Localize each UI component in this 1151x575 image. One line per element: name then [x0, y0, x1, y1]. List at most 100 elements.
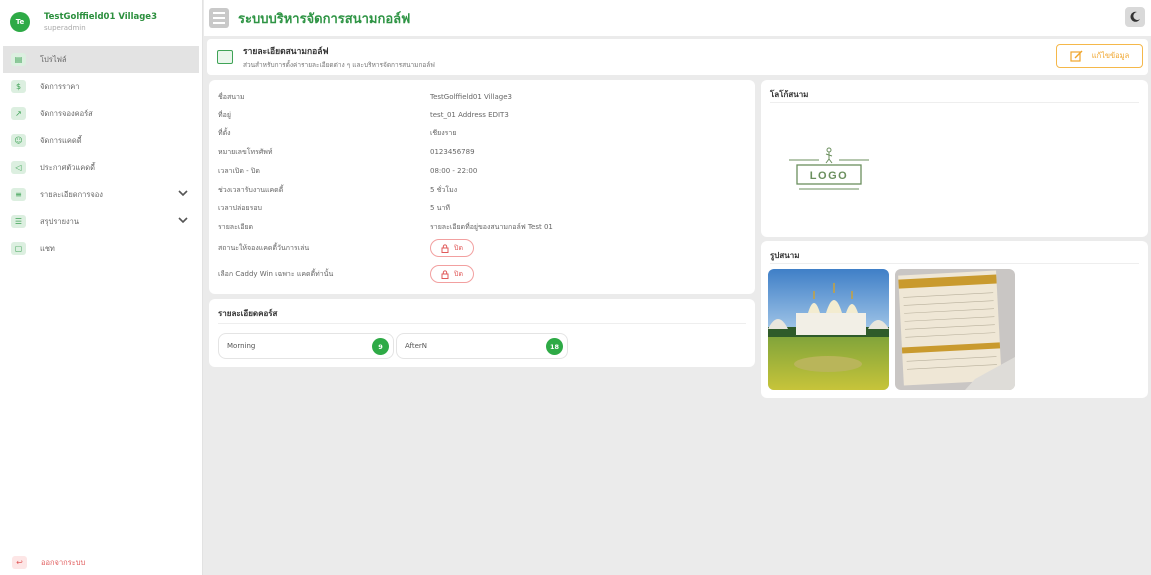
edit-button-label: แก้ไขข้อมูล	[1091, 51, 1130, 60]
app-title: ระบบบริหารจัดการสนามกอล์ฟ	[238, 11, 411, 27]
edit-button[interactable]: แก้ไขข้อมูล	[1056, 44, 1143, 68]
detail-value: 08:00 - 22:00	[430, 167, 478, 175]
toggle-label: สถานะให้จองแคดดี้วันการเล่น	[218, 243, 310, 252]
course-section-title: รายละเอียดคอร์ส	[218, 309, 278, 318]
id-card-icon	[217, 50, 233, 64]
sidebar-item-chat[interactable]: ▢ แชท	[3, 235, 199, 262]
detail-row: ชื่อสนาม TestGolffield01 Village3	[218, 88, 746, 106]
course-item-morning[interactable]: Morning 9	[218, 333, 394, 359]
list-icon: ≡	[11, 188, 26, 201]
sidebar-item-label: สรุปรายงาน	[40, 216, 80, 226]
toggle-row: สถานะให้จองแคดดี้วันการเล่น ปิด	[218, 239, 746, 257]
moon-icon	[1130, 11, 1140, 22]
sidebar-item-course-booking[interactable]: ↗ จัดการจองคอร์ส	[3, 100, 199, 127]
sidebar: Te TestGolffield01 Village3 superadmin ▤…	[0, 0, 203, 575]
chart-icon: ↗	[11, 107, 26, 120]
page-subtitle: ส่วนสำหรับการตั้งค่ารายละเอียดต่าง ๆ และ…	[243, 61, 435, 69]
hole-count-badge: 9	[372, 338, 389, 355]
logout-label: ออกจากระบบ	[41, 557, 86, 567]
lock-icon	[441, 243, 449, 253]
detail-label: ที่อยู่	[218, 110, 231, 119]
detail-label: ที่ตั้ง	[218, 128, 231, 137]
price-icon: $	[11, 80, 26, 93]
user-name: TestGolffield01 Village3	[44, 12, 157, 22]
detail-value: เชียงราย	[430, 128, 457, 137]
golf-course-details-card: ชื่อสนาม TestGolffield01 Village3 ที่อยู…	[209, 80, 755, 294]
chevron-down-icon[interactable]	[177, 214, 189, 226]
logo-section-title: โลโก้สนาม	[770, 90, 809, 99]
course-photo-scorecard[interactable]	[895, 269, 1015, 390]
detail-label: เวลาเปิด - ปิด	[218, 166, 260, 175]
detail-row: ที่ตั้ง เชียงราย	[218, 124, 746, 142]
detail-value: รายละเอียดที่อยู่ของสนามกอล์ฟ Test 01	[430, 222, 553, 231]
detail-label: ช่วงเวลารับงานแคดดี้	[218, 185, 284, 194]
chevron-down-icon[interactable]	[177, 187, 189, 199]
sidebar-item-price[interactable]: $ จัดการราคา	[3, 73, 199, 100]
caddy-booking-toggle[interactable]: ปิด	[430, 239, 474, 257]
sidebar-item-announce[interactable]: ◁ ประกาศตัวแคดดี้	[3, 154, 199, 181]
logout-button[interactable]: ↩ ออกจากระบบ	[12, 556, 85, 569]
toggle-label: เลือก Caddy Win เฉพาะ แคดดี้ท่านั้น	[218, 269, 334, 278]
sidebar-item-report[interactable]: ☰ สรุปรายงาน	[3, 208, 199, 235]
sidebar-item-label: ประกาศตัวแคดดี้	[40, 162, 96, 172]
toggle-status: ปิด	[454, 243, 463, 252]
sidebar-item-caddy[interactable]: ☺ จัดการแคดดี้	[3, 127, 199, 154]
photo-section-title: รูปสนาม	[770, 251, 800, 260]
lock-icon	[441, 269, 449, 279]
detail-label: หมายเลขโทรศัพท์	[218, 147, 273, 156]
toggle-row: เลือก Caddy Win เฉพาะ แคดดี้ท่านั้น ปิด	[218, 265, 746, 283]
edit-icon	[1070, 50, 1083, 62]
detail-value: test_01 Address EDIT3	[430, 111, 509, 119]
sidebar-item-label: รายละเอียดการจอง	[40, 189, 103, 199]
course-item-aftern[interactable]: AfterN 18	[396, 333, 568, 359]
user-role: superadmin	[44, 24, 86, 32]
user-profile[interactable]: Te TestGolffield01 Village3 superadmin	[0, 0, 202, 44]
menu-toggle-icon[interactable]	[209, 8, 229, 28]
avatar: Te	[10, 12, 30, 32]
course-name: Morning	[227, 342, 256, 350]
detail-row: หมายเลขโทรศัพท์ 0123456789	[218, 143, 746, 161]
sidebar-item-booking-details[interactable]: ≡ รายละเอียดการจอง	[3, 181, 199, 208]
detail-row: เวลาเปิด - ปิด 08:00 - 22:00	[218, 162, 746, 180]
chat-icon: ▢	[11, 242, 26, 255]
hole-count-badge: 18	[546, 338, 563, 355]
detail-label: ชื่อสนาม	[218, 92, 245, 101]
detail-row: ช่วงเวลารับงานแคดดี้ 5 ชั่วโมง	[218, 181, 746, 199]
sidebar-item-label: จัดการจองคอร์ส	[40, 108, 93, 118]
caddy-icon: ☺	[11, 134, 26, 147]
sidebar-item-label: จัดการแคดดี้	[40, 135, 82, 145]
course-logo-image: LOGO	[789, 147, 869, 190]
logout-icon: ↩	[12, 556, 27, 569]
divider	[770, 102, 1139, 103]
detail-label: รายละเอียด	[218, 222, 254, 231]
toggle-status: ปิด	[454, 269, 463, 278]
detail-value: TestGolffield01 Village3	[430, 93, 512, 101]
sidebar-item-label: โปรไฟล์	[40, 54, 67, 64]
course-photo-card: รูปสนาม	[761, 241, 1148, 398]
detail-row: รายละเอียด รายละเอียดที่อยู่ของสนามกอล์ฟ…	[218, 218, 746, 236]
detail-row: ที่อยู่ test_01 Address EDIT3	[218, 106, 746, 124]
announce-icon: ◁	[11, 161, 26, 174]
detail-row: เวลาปล่อยรอบ 5 นาที	[218, 199, 746, 217]
header-bar: ระบบบริหารจัดการสนามกอล์ฟ	[204, 0, 1151, 36]
divider	[770, 263, 1139, 264]
course-logo-card: โลโก้สนาม LOGO	[761, 80, 1148, 237]
report-icon: ☰	[11, 215, 26, 228]
page-header: รายละเอียดสนามกอล์ฟ ส่วนสำหรับการตั้งค่า…	[207, 39, 1148, 75]
detail-value: 0123456789	[430, 148, 475, 156]
sidebar-item-profile[interactable]: ▤ โปรไฟล์	[3, 46, 199, 73]
page-title: รายละเอียดสนามกอล์ฟ	[243, 47, 329, 57]
logo-text: LOGO	[810, 170, 848, 182]
sidebar-item-label: จัดการราคา	[40, 81, 80, 91]
caddy-win-toggle[interactable]: ปิด	[430, 265, 474, 283]
dark-mode-toggle[interactable]	[1125, 7, 1145, 27]
sidebar-menu: ▤ โปรไฟล์ $ จัดการราคา ↗ จัดการจองคอร์ส …	[3, 46, 199, 262]
divider	[218, 323, 746, 324]
course-photo-clubhouse[interactable]	[768, 269, 889, 390]
profile-icon: ▤	[11, 53, 26, 66]
course-details-card: รายละเอียดคอร์ส Morning 9 AfterN 18	[209, 299, 755, 367]
detail-label: เวลาปล่อยรอบ	[218, 203, 262, 212]
course-name: AfterN	[405, 342, 428, 350]
detail-value: 5 ชั่วโมง	[430, 185, 458, 194]
sidebar-item-label: แชท	[40, 243, 55, 253]
